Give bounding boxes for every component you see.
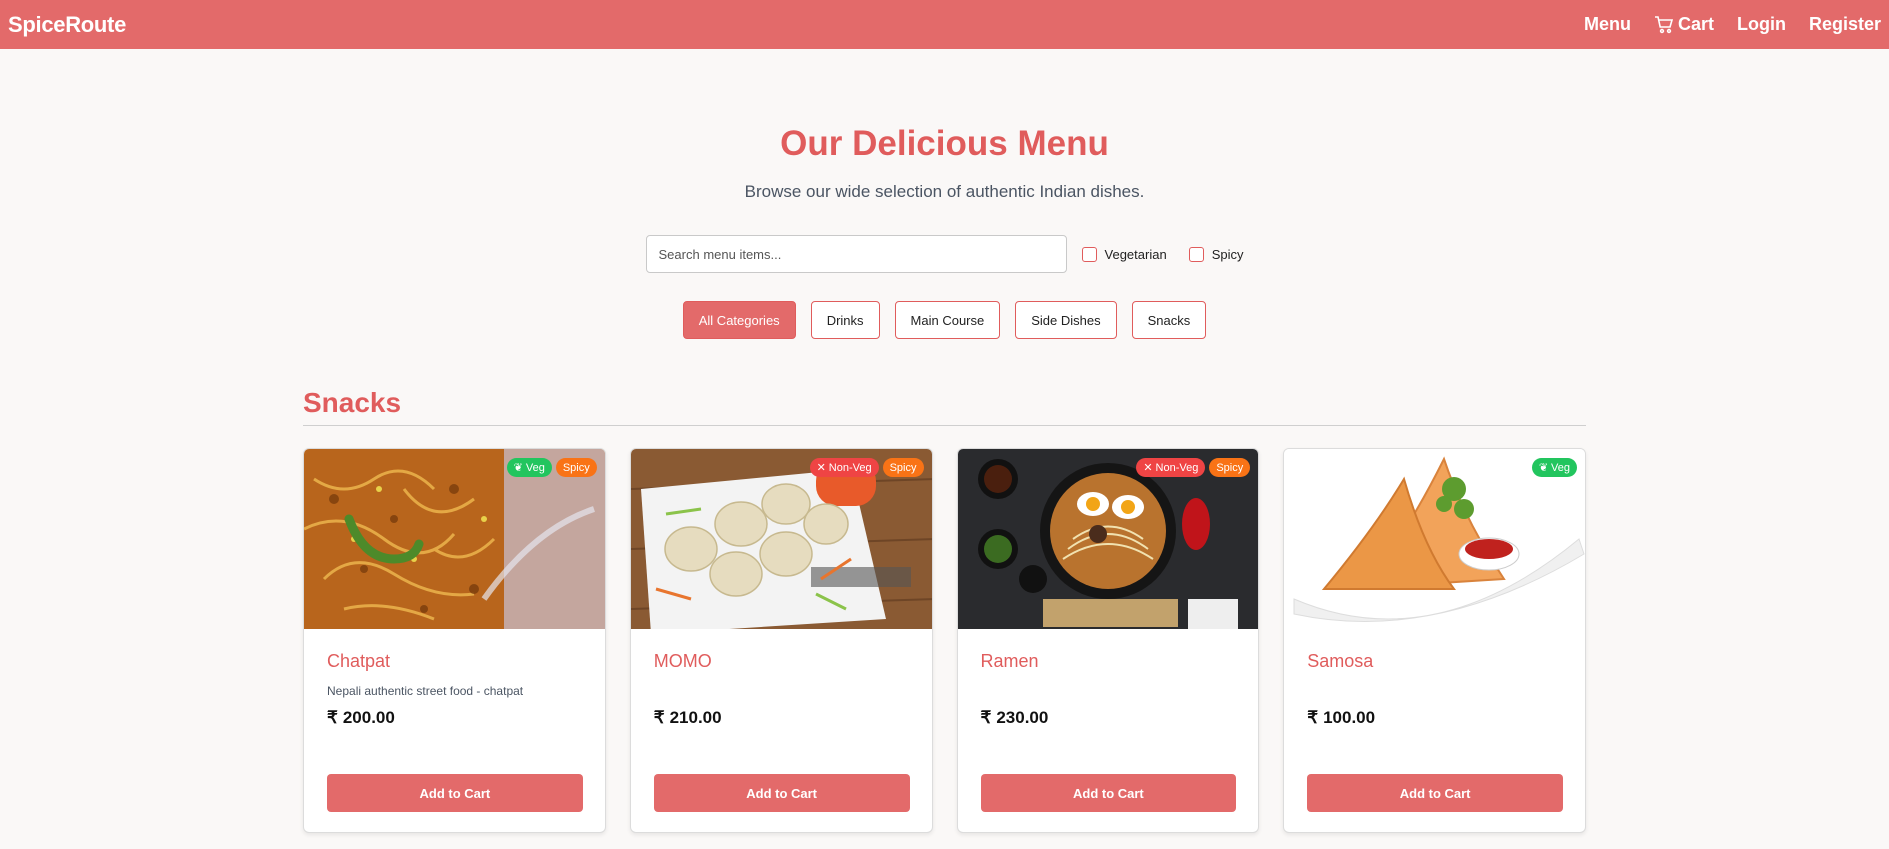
badges: ✕ Non-Veg Spicy [1136, 458, 1251, 477]
spicy-label: Spicy [1211, 246, 1244, 262]
utensils-icon: ✕ [1143, 462, 1153, 474]
price-value: 200.00 [342, 708, 395, 727]
food-image: ✕ Non-Veg Spicy [957, 449, 1259, 629]
item-name: Samosa [1307, 651, 1374, 671]
item-name: Ramen [980, 651, 1039, 671]
item-price: ₹210.00 [654, 708, 909, 728]
rupee-icon: ₹ [653, 708, 665, 727]
category-bar: All Categories Drinks Main Course Side D… [0, 301, 1889, 339]
card-body: Samosa ₹100.00 Add to Cart [1284, 629, 1585, 832]
nav-links: Menu Cart Login Register [1584, 14, 1881, 35]
snacks-section: Snacks ❦ Veg Spicy Chatpat Nepali authen… [303, 387, 1586, 833]
spicy-filter[interactable]: Spicy [1188, 246, 1244, 262]
item-description [654, 684, 909, 698]
category-side-dishes-button[interactable]: Side Dishes [1015, 301, 1117, 339]
leaf-icon: ❦ [1538, 462, 1549, 474]
item-description: Nepali authentic street food - chatpat [327, 684, 524, 698]
cart-icon [1654, 15, 1674, 33]
item-name: Chatpat [327, 651, 391, 671]
badges: ❦ Veg Spicy [506, 458, 597, 477]
menu-card: ❦ Veg Samosa ₹100.00 Add to Cart [1283, 448, 1586, 833]
nav-menu-link[interactable]: Menu [1584, 14, 1631, 35]
nonveg-badge: ✕ Non-Veg [809, 458, 879, 477]
diet-label: Non-Veg [828, 461, 872, 474]
vegetarian-filter[interactable]: Vegetarian [1081, 246, 1167, 262]
card-body: Ramen ₹230.00 Add to Cart [958, 629, 1259, 832]
badges: ✕ Non-Veg Spicy [809, 458, 924, 477]
item-price: ₹230.00 [981, 708, 1236, 728]
spicy-badge: Spicy [1209, 458, 1251, 477]
page-title: Our Delicious Menu [780, 124, 1109, 163]
card-body: Chatpat Nepali authentic street food - c… [304, 629, 605, 832]
spicy-checkbox[interactable] [1188, 246, 1204, 262]
nav-cart-link[interactable]: Cart [1654, 14, 1714, 35]
item-price: ₹200.00 [327, 708, 582, 728]
menu-card: ✕ Non-Veg Spicy Ramen ₹230.00 Add to Cart [956, 448, 1260, 833]
rupee-icon: ₹ [1307, 708, 1319, 727]
diet-label: Veg [1551, 461, 1570, 474]
diet-label: Veg [525, 461, 545, 474]
category-all-button[interactable]: All Categories [682, 301, 796, 339]
food-image: ❦ Veg Spicy [304, 449, 605, 629]
add-to-cart-button[interactable]: Add to Cart [653, 774, 910, 812]
spicy-badge: Spicy [555, 458, 597, 477]
food-image: ✕ Non-Veg Spicy [630, 449, 932, 629]
nav-cart-label: Cart [1677, 14, 1714, 34]
spicy-badge: Spicy [882, 458, 924, 477]
search-input[interactable] [645, 235, 1067, 273]
diet-label: Non-Veg [1155, 461, 1199, 474]
rupee-icon: ₹ [980, 708, 992, 727]
category-drinks-button[interactable]: Drinks [810, 301, 880, 339]
add-to-cart-button[interactable]: Add to Cart [980, 774, 1237, 812]
menu-card: ✕ Non-Veg Spicy MOMO ₹210.00 Add to Cart [629, 448, 933, 833]
utensils-icon: ✕ [816, 462, 826, 474]
price-value: 100.00 [1323, 708, 1376, 727]
brand-logo[interactable]: SpiceRoute [8, 12, 126, 38]
page-subtitle: Browse our wide selection of authentic I… [744, 182, 1145, 201]
section-title: Snacks [303, 387, 1586, 426]
item-description [981, 684, 1236, 698]
price-value: 230.00 [996, 708, 1049, 727]
category-snacks-button[interactable]: Snacks [1131, 301, 1207, 339]
item-name: MOMO [653, 651, 712, 671]
veg-badge: ❦ Veg [506, 458, 552, 477]
item-description [1307, 684, 1562, 698]
menu-card: ❦ Veg Spicy Chatpat Nepali authentic stre… [303, 448, 606, 833]
nonveg-badge: ✕ Non-Veg [1136, 458, 1206, 477]
badges: ❦ Veg [1531, 458, 1577, 477]
food-image: ❦ Veg [1284, 449, 1585, 629]
price-value: 210.00 [669, 708, 722, 727]
vegetarian-label: Vegetarian [1104, 246, 1167, 262]
nav-login-link[interactable]: Login [1737, 14, 1786, 35]
category-main-course-button[interactable]: Main Course [894, 301, 1001, 339]
leaf-icon: ❦ [513, 462, 523, 474]
add-to-cart-button[interactable]: Add to Cart [1307, 774, 1563, 812]
nav-register-link[interactable]: Register [1809, 14, 1881, 35]
vegetarian-checkbox[interactable] [1081, 246, 1097, 262]
filter-bar: Vegetarian Spicy [0, 235, 1889, 273]
add-to-cart-button[interactable]: Add to Cart [327, 774, 583, 812]
item-price: ₹100.00 [1307, 708, 1562, 728]
navbar: SpiceRoute Menu Cart Login Register [0, 0, 1889, 49]
menu-card-grid: ❦ Veg Spicy Chatpat Nepali authentic stre… [303, 448, 1586, 833]
rupee-icon: ₹ [327, 708, 338, 727]
hero: Our Delicious Menu Browse our wide selec… [0, 49, 1889, 202]
card-body: MOMO ₹210.00 Add to Cart [631, 629, 932, 832]
veg-badge: ❦ Veg [1531, 458, 1577, 477]
